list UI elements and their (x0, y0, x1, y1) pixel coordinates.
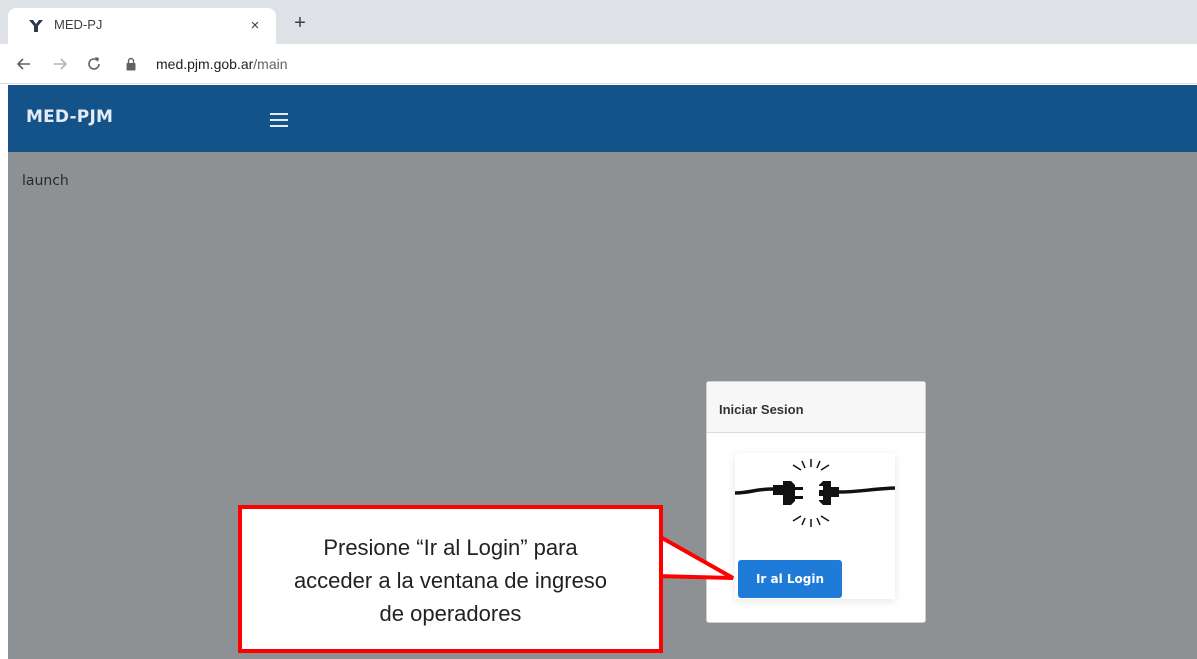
browser-toolbar: med.pjm.gob.ar/main (0, 44, 1197, 84)
new-tab-button[interactable]: + (289, 13, 311, 36)
callout-line-1: Presione “Ir al Login” para (323, 535, 578, 560)
browser-tab-bar: MED-PJ × + (0, 0, 1197, 44)
tab-title: MED-PJ (54, 17, 103, 32)
reload-icon[interactable] (84, 54, 104, 74)
unplugged-cable-icon (735, 459, 895, 527)
login-card-body: Ir al Login (735, 453, 895, 599)
callout-text: Presione “Ir al Login” para acceder a la… (242, 531, 659, 630)
launch-text: launch (22, 173, 69, 189)
instruction-callout: Presione “Ir al Login” para acceder a la… (238, 505, 663, 653)
login-card: Iniciar Sesion Ir al Login (706, 381, 926, 623)
site-favicon-icon (29, 20, 43, 32)
app-header: MED-PJM (8, 85, 1197, 152)
address-bar[interactable]: med.pjm.gob.ar/main (118, 50, 1188, 78)
callout-pointer (655, 532, 734, 580)
menu-hamburger-icon[interactable] (270, 113, 288, 127)
url-host: med.pjm.gob.ar (156, 56, 254, 72)
tab-close-icon[interactable]: × (245, 16, 265, 36)
go-to-login-button[interactable]: Ir al Login (738, 560, 842, 598)
url-text: med.pjm.gob.ar/main (156, 56, 288, 72)
callout-line-2: acceder a la ventana de ingreso (293, 568, 608, 593)
login-card-title: Iniciar Sesion (719, 402, 804, 417)
brand-title[interactable]: MED-PJM (26, 107, 113, 127)
forward-arrow-icon[interactable] (50, 54, 70, 74)
callout-line-3: de operadores (379, 601, 522, 626)
login-card-header: Iniciar Sesion (707, 382, 925, 433)
lock-icon (126, 57, 136, 71)
url-path: /main (253, 56, 288, 72)
browser-tab[interactable]: MED-PJ × (8, 8, 276, 44)
back-arrow-icon[interactable] (14, 54, 34, 74)
